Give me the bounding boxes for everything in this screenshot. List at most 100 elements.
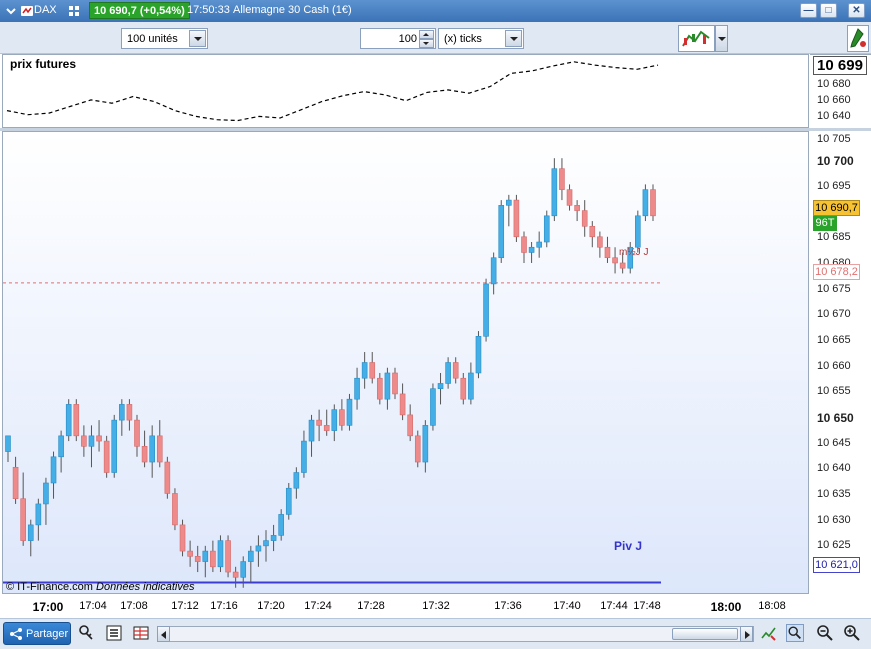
time-scrollbar[interactable] bbox=[157, 626, 754, 642]
chevron-down-icon[interactable] bbox=[505, 30, 522, 47]
zoom-fit-icon[interactable] bbox=[786, 624, 804, 642]
candle bbox=[430, 383, 436, 431]
scroll-left-button[interactable] bbox=[157, 626, 170, 642]
close-button[interactable]: ✕ bbox=[848, 3, 865, 18]
price-axis-label: 10 670 bbox=[817, 308, 851, 320]
candle bbox=[217, 535, 224, 573]
price-axis-label: 10 665 bbox=[817, 334, 851, 346]
candle-body bbox=[574, 205, 580, 211]
candle-body bbox=[506, 199, 512, 206]
futures-line bbox=[6, 61, 659, 122]
zoom-out-icon[interactable] bbox=[816, 624, 834, 642]
price-axis-label: 10 705 bbox=[817, 133, 851, 145]
candle-body bbox=[316, 419, 322, 426]
ticks-select-value: (x) ticks bbox=[444, 33, 482, 45]
time-axis-label: 17:32 bbox=[422, 600, 450, 612]
candle-body bbox=[240, 561, 247, 578]
price-axis-label: 10 660 bbox=[817, 360, 851, 372]
candle bbox=[399, 383, 406, 421]
price-axis-label: 10 655 bbox=[817, 385, 851, 397]
candle bbox=[392, 367, 398, 400]
candle-body bbox=[225, 540, 231, 573]
candle-body bbox=[58, 435, 64, 458]
chart-style-icon bbox=[682, 30, 710, 47]
pencil-chart-icon[interactable] bbox=[760, 624, 778, 642]
chevron-down-icon[interactable] bbox=[189, 30, 206, 47]
candle-body bbox=[589, 225, 596, 238]
futures-pane[interactable]: prix futures bbox=[2, 54, 809, 128]
price-axis-label: 10 640 bbox=[817, 462, 851, 474]
candle-body bbox=[490, 257, 497, 285]
candle bbox=[414, 430, 421, 468]
candle bbox=[490, 252, 497, 295]
candle bbox=[202, 545, 209, 578]
candle bbox=[210, 540, 216, 573]
candle-body bbox=[543, 215, 550, 243]
candle-body bbox=[483, 283, 489, 337]
candle bbox=[156, 420, 163, 468]
list-icon[interactable] bbox=[105, 624, 123, 642]
candle-body bbox=[263, 540, 269, 547]
candle bbox=[559, 158, 565, 201]
candle bbox=[73, 399, 80, 442]
candle-body bbox=[126, 404, 133, 421]
chevron-down-icon[interactable] bbox=[4, 4, 18, 18]
share-label: Partager bbox=[26, 628, 69, 640]
grid-icon[interactable] bbox=[67, 4, 81, 18]
candle-body bbox=[513, 199, 520, 238]
candle-body bbox=[597, 236, 603, 248]
candle bbox=[103, 435, 110, 478]
candle bbox=[650, 184, 656, 222]
ticks-stepper[interactable]: 100 bbox=[360, 28, 436, 49]
candle bbox=[384, 367, 391, 410]
scrollbar-thumb[interactable] bbox=[672, 628, 738, 640]
stepper-down-icon[interactable] bbox=[419, 39, 434, 48]
candle-body bbox=[172, 493, 178, 526]
candle bbox=[475, 331, 482, 379]
candle bbox=[521, 231, 527, 263]
units-select[interactable]: 100 unités bbox=[121, 28, 208, 49]
candle-body bbox=[141, 446, 148, 463]
table-icon[interactable] bbox=[132, 624, 150, 642]
candle bbox=[581, 200, 588, 237]
candle-body bbox=[179, 524, 186, 552]
time-axis[interactable]: 17:00 17:04 17:08 17:12 17:16 17:20 17:24 17:28… bbox=[0, 594, 871, 618]
current-price-box: 10 690,7 bbox=[813, 200, 860, 216]
candle-body bbox=[217, 540, 224, 568]
price-chart-pane[interactable] bbox=[2, 131, 809, 594]
candle bbox=[301, 430, 307, 478]
candle bbox=[612, 247, 618, 274]
candlestick-chart bbox=[3, 158, 661, 588]
candle-body bbox=[581, 210, 588, 227]
side-tool-button[interactable] bbox=[847, 25, 869, 52]
time-axis-label: 17:00 bbox=[32, 600, 64, 614]
app-window: DAX 10 690,7 (+0,54%) 17:50:33 Allemagne… bbox=[0, 0, 871, 649]
candle-body bbox=[384, 372, 391, 400]
toolbar: 100 unités 100 (x) ticks bbox=[0, 22, 871, 54]
candle-body bbox=[81, 435, 87, 447]
top-axis-label: 10 640 bbox=[817, 110, 851, 122]
chart-type-button[interactable] bbox=[678, 25, 715, 52]
candle-body bbox=[468, 372, 474, 400]
ticks-select[interactable]: (x) ticks bbox=[438, 28, 524, 49]
stepper-up-icon[interactable] bbox=[419, 30, 434, 39]
top-axis-label: 10 680 bbox=[817, 78, 851, 90]
price-axis-label: 10 685 bbox=[817, 231, 851, 243]
share-button[interactable]: Partager bbox=[3, 622, 71, 645]
zoom-in-icon[interactable] bbox=[843, 624, 861, 642]
candle-body bbox=[604, 246, 611, 259]
candle bbox=[5, 435, 11, 463]
candle bbox=[369, 352, 376, 384]
minimize-button[interactable]: — bbox=[800, 3, 817, 18]
time-axis-label: 17:40 bbox=[553, 600, 581, 612]
candle-body bbox=[650, 189, 656, 217]
key-icon[interactable] bbox=[78, 624, 96, 642]
chart-type-dropdown[interactable] bbox=[715, 25, 728, 52]
candle bbox=[141, 430, 148, 468]
time-axis-label: 17:44 bbox=[600, 600, 628, 612]
scroll-right-button[interactable] bbox=[740, 626, 753, 642]
candle-body bbox=[452, 362, 459, 379]
candle bbox=[604, 236, 611, 263]
time-axis-label: 18:08 bbox=[758, 600, 786, 612]
maximize-button[interactable]: □ bbox=[820, 3, 837, 18]
